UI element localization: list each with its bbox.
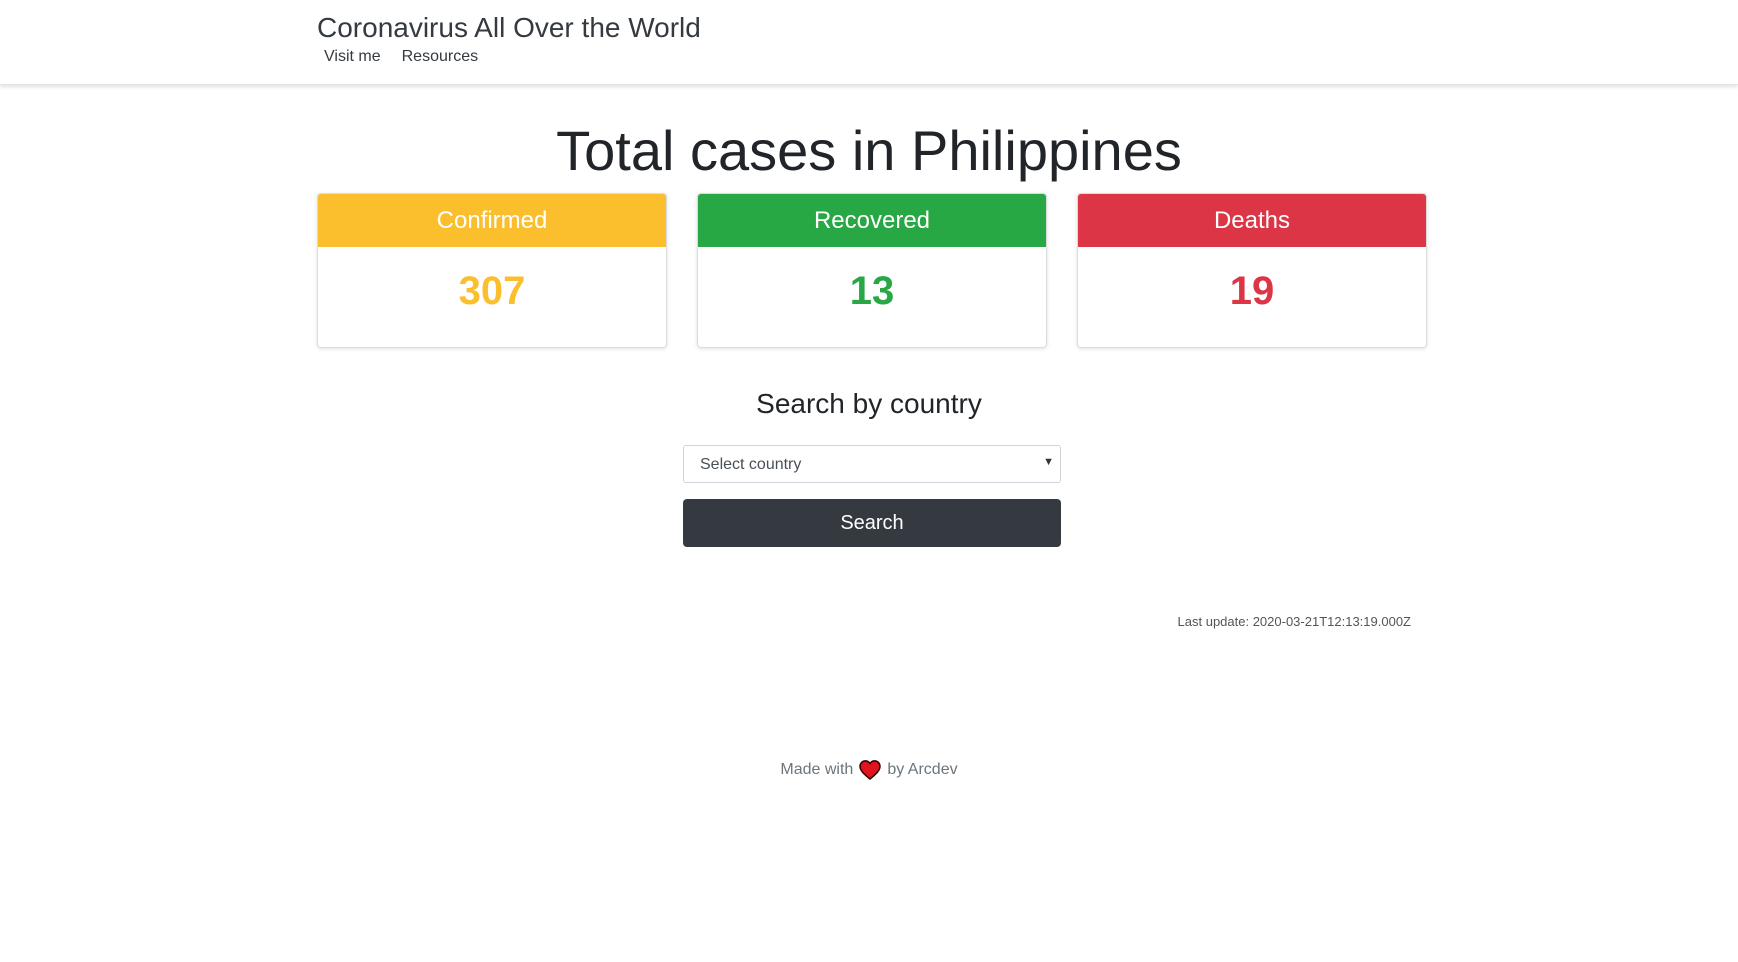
confirmed-card-header: Confirmed [318,194,666,247]
recovered-count: 13 [849,269,895,313]
search-title: Search by country [756,388,982,419]
recovered-card: Recovered 13 [697,193,1047,348]
footer-suffix: by Arcdev [887,761,958,778]
search-button[interactable]: Search [683,499,1061,547]
brand-title[interactable]: Coronavirus All Over the World [317,12,701,44]
country-select-value: Select country [700,456,802,473]
footer: Made with by Arcdev [0,760,1738,780]
last-update-text: Last update: 2020-03-21T12:13:19.000Z [1177,614,1411,629]
deaths-card-header: Deaths [1078,194,1426,247]
caret-down-icon: ▼ [1043,456,1054,468]
deaths-card: Deaths 19 [1077,193,1427,348]
nav-links: Visit me Resources [324,48,478,66]
navbar: Coronavirus All Over the World Visit me … [0,0,1738,85]
page-title: Total cases in Philippines [556,119,1182,182]
nav-link-visit-me[interactable]: Visit me [324,48,381,66]
nav-link-resources[interactable]: Resources [402,48,478,66]
country-select[interactable]: Select country ▼ [683,445,1061,483]
recovered-card-header: Recovered [698,194,1046,247]
confirmed-card: Confirmed 307 [317,193,667,348]
confirmed-count: 307 [458,269,526,313]
footer-prefix: Made with [780,761,854,778]
heart-icon [859,760,882,780]
deaths-count: 19 [1229,269,1275,313]
